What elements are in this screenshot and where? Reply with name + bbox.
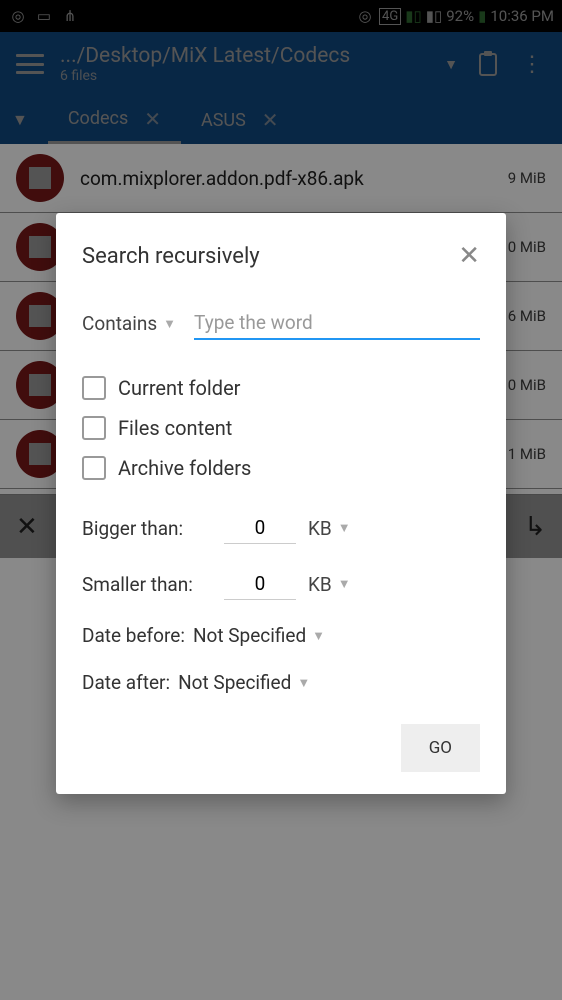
- checkbox-label: Files content: [118, 416, 232, 440]
- dialog-title: Search recursively: [82, 244, 260, 269]
- checkbox-label: Current folder: [118, 376, 240, 400]
- checkbox-icon: [82, 376, 106, 400]
- search-dialog: Search recursively ✕ Contains ▼ Current …: [56, 213, 506, 794]
- smaller-than-label: Smaller than:: [82, 573, 212, 596]
- date-after-dropdown[interactable]: Not Specified ▼: [178, 671, 310, 694]
- bigger-than-label: Bigger than:: [82, 517, 212, 540]
- search-input[interactable]: [194, 307, 480, 340]
- go-button[interactable]: GO: [401, 724, 480, 772]
- date-before-label: Date before:: [82, 624, 185, 647]
- unit-label: KB: [308, 573, 332, 596]
- chevron-down-icon: ▼: [312, 628, 325, 644]
- date-before-dropdown[interactable]: Not Specified ▼: [193, 624, 325, 647]
- date-after-label: Date after:: [82, 671, 170, 694]
- close-icon[interactable]: ✕: [458, 241, 480, 271]
- checkbox-files-content[interactable]: Files content: [82, 408, 480, 448]
- unit-label: KB: [308, 517, 332, 540]
- chevron-down-icon: ▼: [338, 576, 351, 592]
- chevron-down-icon: ▼: [163, 316, 176, 332]
- checkbox-label: Archive folders: [118, 456, 251, 480]
- smaller-than-input[interactable]: [224, 568, 296, 600]
- date-before-value: Not Specified: [193, 624, 306, 647]
- chevron-down-icon: ▼: [338, 520, 351, 536]
- bigger-than-unit-dropdown[interactable]: KB ▼: [308, 517, 351, 540]
- checkbox-current-folder[interactable]: Current folder: [82, 368, 480, 408]
- smaller-than-unit-dropdown[interactable]: KB ▼: [308, 573, 351, 596]
- date-after-value: Not Specified: [178, 671, 291, 694]
- checkbox-icon: [82, 456, 106, 480]
- checkbox-archive-folders[interactable]: Archive folders: [82, 448, 480, 488]
- chevron-down-icon: ▼: [297, 675, 310, 691]
- match-mode-dropdown[interactable]: Contains ▼: [82, 312, 176, 335]
- match-mode-label: Contains: [82, 312, 157, 335]
- checkbox-icon: [82, 416, 106, 440]
- bigger-than-input[interactable]: [224, 512, 296, 544]
